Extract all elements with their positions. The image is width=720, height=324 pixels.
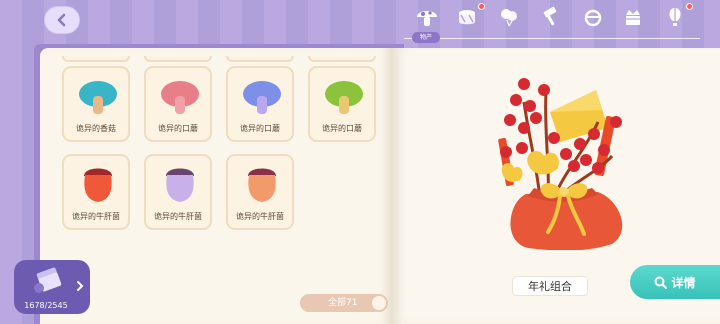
tab-ring[interactable] [578,4,608,34]
crown-box-icon [622,6,644,32]
notification-dot [478,3,485,10]
mushroom-icon [325,81,363,114]
category-tabs [404,0,720,46]
item-grid: 诡异的香菇 诡异的口蘑 诡异的口蘑 诡异的口蘑诡异的牛肝菌 诡异的牛肝菌 诡异的牛肝菌 [52,56,388,242]
drum-icon [456,6,478,32]
item-card[interactable]: 诡异的牛肝菌 [226,154,294,230]
hot-air-balloon-icon [664,6,686,32]
item-card-name: 诡异的牛肝菌 [154,212,202,221]
toggle-knob [372,296,386,310]
tab-mushroom[interactable] [412,4,442,34]
item-card-partial[interactable] [62,56,130,62]
item-card[interactable]: 诡异的牛肝菌 [62,154,130,230]
item-card-name: 诡异的口蘑 [158,124,198,133]
item-card[interactable]: 诡异的香菇 [62,66,130,142]
item-card[interactable]: 诡异的牛肝菌 [144,154,212,230]
tab-label-produce: 物产 [412,32,440,43]
item-card-name: 诡异的香菇 [76,124,116,133]
tab-crown-box[interactable] [618,4,648,34]
item-card-name: 诡异的口蘑 [240,124,280,133]
item-card-name: 诡异的牛肝菌 [72,212,120,221]
mushroom-icon [414,4,440,34]
filter-all-button[interactable]: 全部71 [300,294,388,312]
item-card-partial[interactable] [226,56,294,62]
mushroom-icon [161,81,199,114]
item-card[interactable]: 诡异的口蘑 [308,66,376,142]
mushroom-icon [243,81,281,114]
item-card[interactable]: 诡异的口蘑 [144,66,212,142]
tab-balloon[interactable] [494,4,524,34]
item-card-partial[interactable] [144,56,212,62]
item-card-name: 诡异的口蘑 [322,124,362,133]
notification-dot [686,3,693,10]
filter-all-label: 全部71 [328,298,358,308]
chevron-right-icon [77,281,84,291]
search-icon [654,276,668,289]
tab-hot-air-balloon[interactable] [660,3,693,34]
tab-hammer[interactable] [536,4,566,34]
detail-button-label: 详情 [671,275,696,290]
currency-badge[interactable]: 1678/2545 [14,260,90,314]
mushroom-icon [248,168,276,202]
back-arrow-icon [57,13,66,27]
item-card[interactable]: 诡异的口蘑 [226,66,294,142]
mushroom-icon [84,168,112,202]
balloon-icon [498,6,520,32]
back-button[interactable] [44,6,80,34]
currency-amount: 1678/2545 [24,301,68,310]
cards-icon [34,267,62,293]
hammer-icon [540,6,562,32]
mushroom-icon [79,81,117,114]
item-card-partial[interactable] [308,56,376,62]
selected-item-name: 年礼组合 [512,276,588,296]
item-card-name: 诡异的牛肝菌 [236,212,284,221]
tab-underline [404,38,700,39]
detail-button[interactable]: 详情 [630,265,720,299]
mushroom-icon [166,168,194,202]
ring-icon [582,6,604,32]
gift-bag-item-image [498,78,623,250]
tab-drum[interactable] [452,3,485,34]
